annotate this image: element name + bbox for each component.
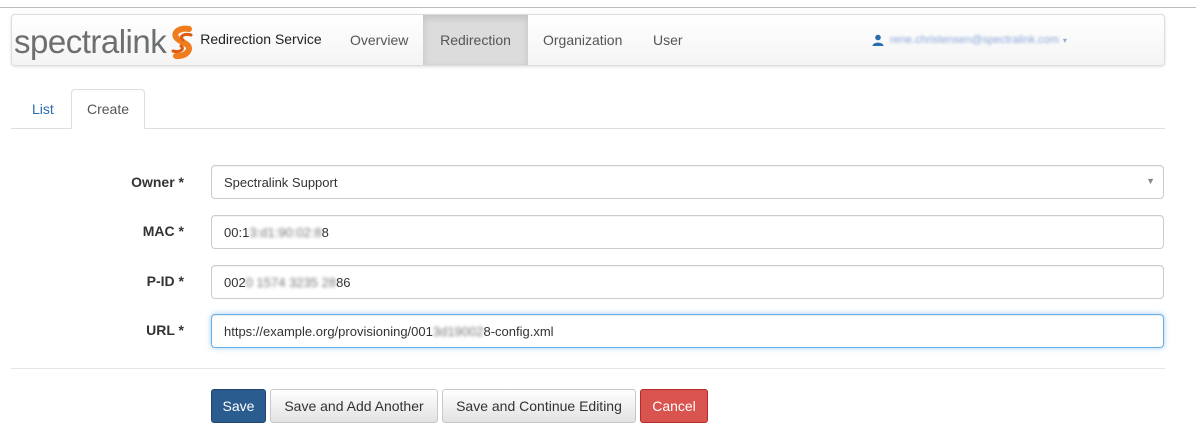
brand-wordmark: spectralink [14,22,167,60]
user-email: rene.christensen@spectralink.com [890,34,1059,46]
url-label: URL * [146,322,184,338]
url-input[interactable]: https://example.org/provisioning/001 3d19… [211,314,1164,348]
mac-value-redacted: 3:d1:90:02:8 [249,224,322,240]
url-value-start: https://example.org/provisioning/001 [224,323,433,339]
chevron-down-icon: ▼ [1146,176,1155,186]
spectralink-logo-icon [171,25,193,60]
nav-organization[interactable]: Organization [529,15,636,65]
pid-value-redacted: 0 1574 3235 28 [245,274,337,290]
tab-list[interactable]: List [17,89,69,129]
owner-selected-value: Spectralink Support [224,174,338,190]
chevron-down-icon: ▾ [1062,35,1067,45]
url-value-end: 8-config.xml [483,323,554,339]
user-menu[interactable]: rene.christensen@spectralink.com ▾ [872,15,1067,65]
mac-label: MAC * [142,223,184,239]
save-and-add-another-button[interactable]: Save and Add Another [270,389,438,423]
pid-input[interactable]: 002 0 1574 3235 28 86 [211,265,1164,299]
nav-overview[interactable]: Overview [336,15,422,65]
form-divider [11,368,1165,369]
cancel-button[interactable]: Cancel [640,389,708,423]
mac-value-start: 00:1 [224,224,250,240]
pid-label: P-ID * [146,273,184,289]
tabs-border [11,128,1165,129]
owner-label: Owner * [131,174,184,190]
pid-value-start: 002 [224,274,246,290]
url-value-redacted: 3d19002 [432,323,484,339]
mac-value-end: 8 [321,224,329,240]
tab-create[interactable]: Create [71,89,145,129]
navbar: spectralink Redirection Service Overview… [11,14,1165,66]
nav-user[interactable]: User [639,15,697,65]
save-and-continue-editing-button[interactable]: Save and Continue Editing [442,389,636,423]
mac-input[interactable]: 00:1 3:d1:90:02:8 8 [211,215,1164,249]
nav-redirection[interactable]: Redirection [423,15,528,65]
user-icon [872,34,884,46]
top-border [0,7,1196,8]
brand-service-name: Redirection Service [200,31,322,47]
brand[interactable]: spectralink Redirection Service [14,17,322,65]
owner-select[interactable]: Spectralink Support ▼ [211,165,1164,199]
pid-value-end: 86 [336,274,351,290]
save-button[interactable]: Save [211,389,266,423]
